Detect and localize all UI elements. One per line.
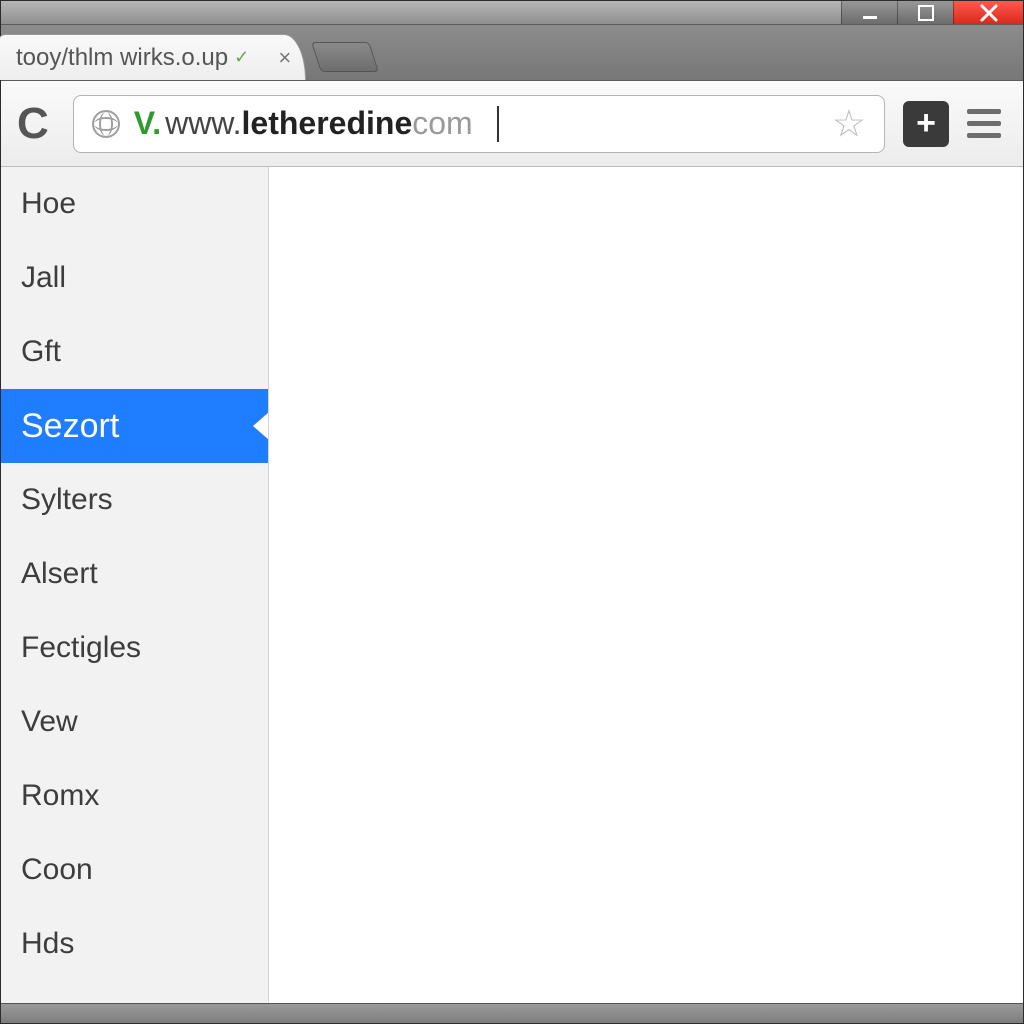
bookmark-star-icon[interactable]: ☆ [832,101,866,146]
tab-strip: tooy/thlm wirks.o.up ✓ × [1,25,1023,81]
sidebar-item-jall[interactable]: Jall [1,241,268,315]
sidebar-item-sylters[interactable]: Sylters [1,463,268,537]
site-info-icon[interactable] [92,110,120,138]
sidebar: Hoe Jall Gft Sezort Sylters Alsert Fectigles Ve… [1,167,269,1003]
sidebar-item-label: Coon [21,853,93,887]
sidebar-item-vew[interactable]: Vew [1,685,268,759]
window-statusbar [1,1003,1023,1023]
plus-icon: + [916,104,936,143]
url-tld: com [412,105,472,142]
sidebar-item-romx[interactable]: Romx [1,759,268,833]
url-text: V. www. letheredine com [134,105,473,142]
browser-menu-button[interactable] [967,109,1001,138]
main-pane [269,167,1023,1003]
browser-tab-active[interactable]: tooy/thlm wirks.o.up ✓ × [0,34,306,80]
new-tab-button[interactable] [311,42,379,72]
minimize-button[interactable] [841,1,897,24]
sidebar-item-label: Hoe [21,187,76,221]
reload-button[interactable]: C [11,99,55,149]
page-content: Hoe Jall Gft Sezort Sylters Alsert Fectigles Ve… [1,167,1023,1003]
sidebar-item-sezort[interactable]: Sezort [1,389,268,463]
tab-close-icon[interactable]: × [278,47,291,69]
sidebar-item-label: Gft [21,335,61,369]
url-www: www. [165,105,241,142]
sidebar-item-coon[interactable]: Coon [1,833,268,907]
tab-title: tooy/thlm wirks.o.up [16,44,228,72]
sidebar-item-label: Fectigles [21,631,141,665]
sidebar-item-label: Sylters [21,483,113,517]
window-titlebar [1,1,1023,25]
url-domain: letheredine [242,105,413,142]
sidebar-item-label: Jall [21,261,66,295]
sidebar-item-label: Romx [21,779,99,813]
maximize-button[interactable] [897,1,953,24]
sidebar-item-hoe[interactable]: Hoe [1,167,268,241]
sidebar-item-gft[interactable]: Gft [1,315,268,389]
sidebar-item-alsert[interactable]: Alsert [1,537,268,611]
sidebar-item-hds[interactable]: Hds [1,907,268,981]
browser-toolbar: C V. www. letheredine com ☆ + [1,81,1023,167]
sidebar-item-label: Hds [21,927,74,961]
sidebar-item-fectigles[interactable]: Fectigles [1,611,268,685]
browser-window: tooy/thlm wirks.o.up ✓ × C V. www. lethe… [0,0,1024,1024]
sidebar-item-label: Vew [21,705,78,739]
tab-verified-icon: ✓ [234,47,249,68]
extension-button[interactable]: + [903,101,949,147]
sidebar-item-label: Alsert [21,557,98,591]
address-bar[interactable]: V. www. letheredine com ☆ [73,95,885,153]
url-secure-prefix: V. [134,105,161,142]
sidebar-item-label: Sezort [21,407,119,446]
text-cursor [497,106,499,142]
close-button[interactable] [953,1,1023,24]
